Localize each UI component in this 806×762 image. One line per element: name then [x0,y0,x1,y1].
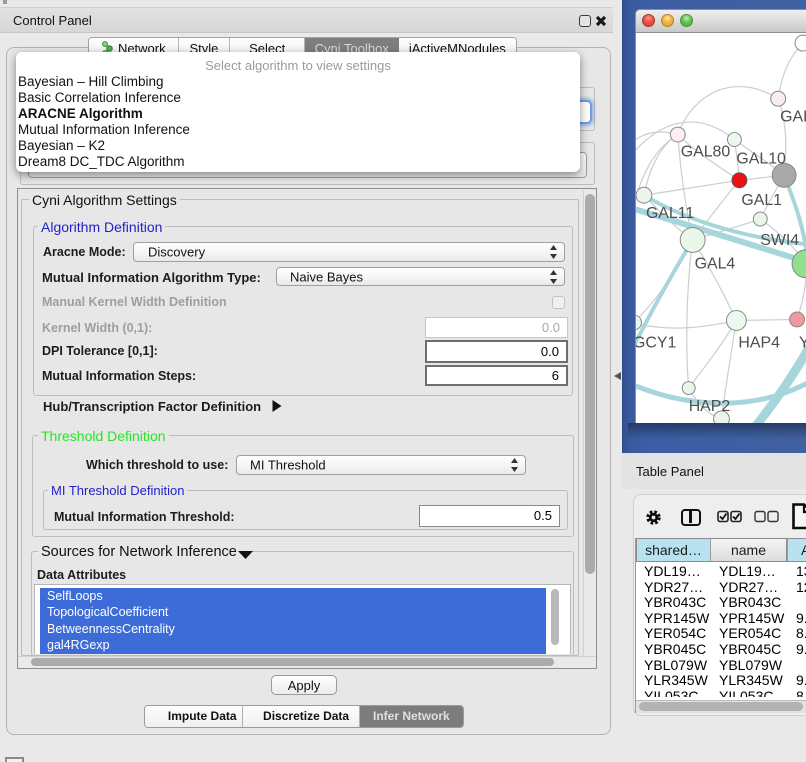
svg-text:HAP4: HAP4 [738,334,780,351]
svg-text:GAL80: GAL80 [681,143,731,160]
svg-text:GAL10: GAL10 [736,150,786,167]
svg-text:SWI4: SWI4 [760,232,799,249]
svg-text:GCY1: GCY1 [635,334,676,351]
svg-text:GAL4: GAL4 [695,256,736,273]
svg-text:YJ: YJ [799,334,806,351]
svg-text:GAL1: GAL1 [741,192,782,209]
svg-text:HAP2: HAP2 [689,398,731,415]
svg-text:GAL11: GAL11 [646,205,694,222]
svg-text:GAL2: GAL2 [780,109,806,126]
